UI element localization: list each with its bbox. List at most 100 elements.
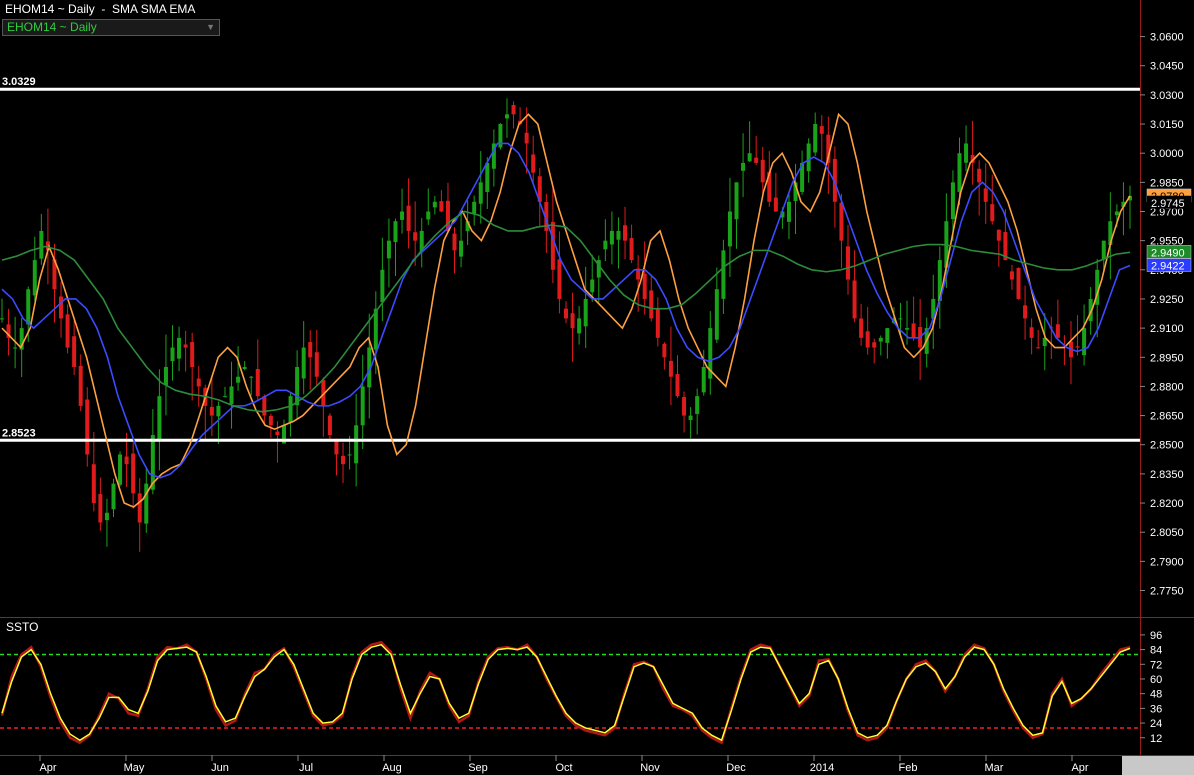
candle-body [242,366,247,370]
candle-body [1055,324,1060,338]
candle-body [977,168,982,183]
grid [0,0,1194,775]
stoch-tick-label: 48 [1150,689,1162,701]
candle-body [885,328,890,343]
candle-body [360,386,365,426]
candle-body [0,318,4,320]
candle-body [59,296,64,319]
candle-body [760,159,765,183]
candle-body [714,289,719,340]
candle-body [163,366,168,386]
candle-body [504,114,509,119]
candle-body [623,225,628,241]
stoch-tick-label: 96 [1150,630,1162,642]
price-tick-label: 2.9100 [1150,323,1184,335]
candle-body [137,493,142,523]
candle-body [255,368,260,397]
candle-body [406,205,411,231]
chart-canvas[interactable]: 3.03292.8523 3.06003.04503.03003.01503.0… [0,0,1194,775]
candle-body [727,211,732,247]
candle-body [229,386,234,405]
candle-body [695,396,700,414]
candle-body [26,289,31,325]
candlestick-series [0,98,1132,552]
candle-body [668,360,673,377]
candle-body [557,259,562,299]
candle-body [905,328,910,330]
candle-body [570,313,575,329]
candle-body [170,347,175,362]
horizontal-scrollbar-thumb[interactable] [1122,756,1194,775]
candle-body [118,454,123,485]
candle-body [1082,328,1087,356]
candle-body [262,396,267,416]
candle-body [104,512,109,521]
candle-body [111,483,116,510]
candle-body [478,182,483,204]
symbol-dropdown-label: EHOM14 ~ Daily [7,20,97,34]
time-axis: Apr May Jun Jul Aug Sep Oct Nov Dec 2014 Feb Mar Apr [39,755,1089,774]
candle-body [734,182,739,220]
candle-body [996,229,1001,241]
price-tick-label: 2.9850 [1150,177,1184,189]
candle-body [308,341,313,358]
candle-body [275,431,280,436]
month-label: Apr [1071,762,1088,774]
candle-body [609,230,614,245]
month-label: Jun [211,762,229,774]
candle-body [957,153,962,192]
price-tick-label: 3.0300 [1150,90,1184,102]
candle-body [432,201,437,208]
line-stoch_d [1,643,1131,742]
candle-body [839,202,844,241]
price-tick-label: 2.7900 [1150,556,1184,568]
candle-body [98,494,103,523]
price-tick-label: 2.8350 [1150,469,1184,481]
candle-body [380,269,385,302]
candle-body [642,273,647,299]
candle-body [786,201,791,222]
candle-body [583,298,588,327]
candle-body [347,454,352,456]
candle-body [236,376,241,383]
chevron-down-icon[interactable]: ▼ [206,20,215,35]
month-label: Sep [468,762,488,774]
candle-body [741,162,746,171]
price-tick-label: 3.0450 [1150,61,1184,73]
candle-body [72,336,77,367]
candle-body [354,425,359,464]
stoch-tick-label: 12 [1150,733,1162,745]
support-resistance-lines: 3.0329 2.8523 [0,76,1140,442]
candle-body [209,406,214,416]
month-label: Nov [640,762,660,774]
candle-body [655,309,660,338]
candle-body [983,188,988,202]
candle-body [898,318,903,320]
candle-body [682,397,687,416]
candle-body [65,314,70,348]
candle-body [990,204,995,222]
month-label: Feb [899,762,918,774]
month-label: Aug [382,762,402,774]
candle-body [806,143,811,172]
candle-body [314,352,319,377]
candle-body [1101,240,1106,260]
candle-body [459,240,464,257]
candle-body [675,374,680,397]
candle-body [1075,346,1080,348]
candle-body [564,308,568,319]
last-value-label: 2.9422 [1151,261,1185,273]
month-label: Mar [985,762,1004,774]
candle-body [1009,271,1014,280]
symbol-dropdown[interactable]: EHOM14 ~ Daily ▼ [2,19,220,36]
price-tick-label: 2.9250 [1150,294,1184,306]
candle-body [91,464,96,504]
candle-body [701,366,706,393]
candle-body [950,182,955,220]
candle-body [295,366,300,406]
candle-body [616,230,621,240]
candle-body [550,221,555,270]
price-tick-label: 2.8200 [1150,498,1184,510]
candle-body [472,201,477,214]
stoch-tick-label: 36 [1150,703,1162,715]
